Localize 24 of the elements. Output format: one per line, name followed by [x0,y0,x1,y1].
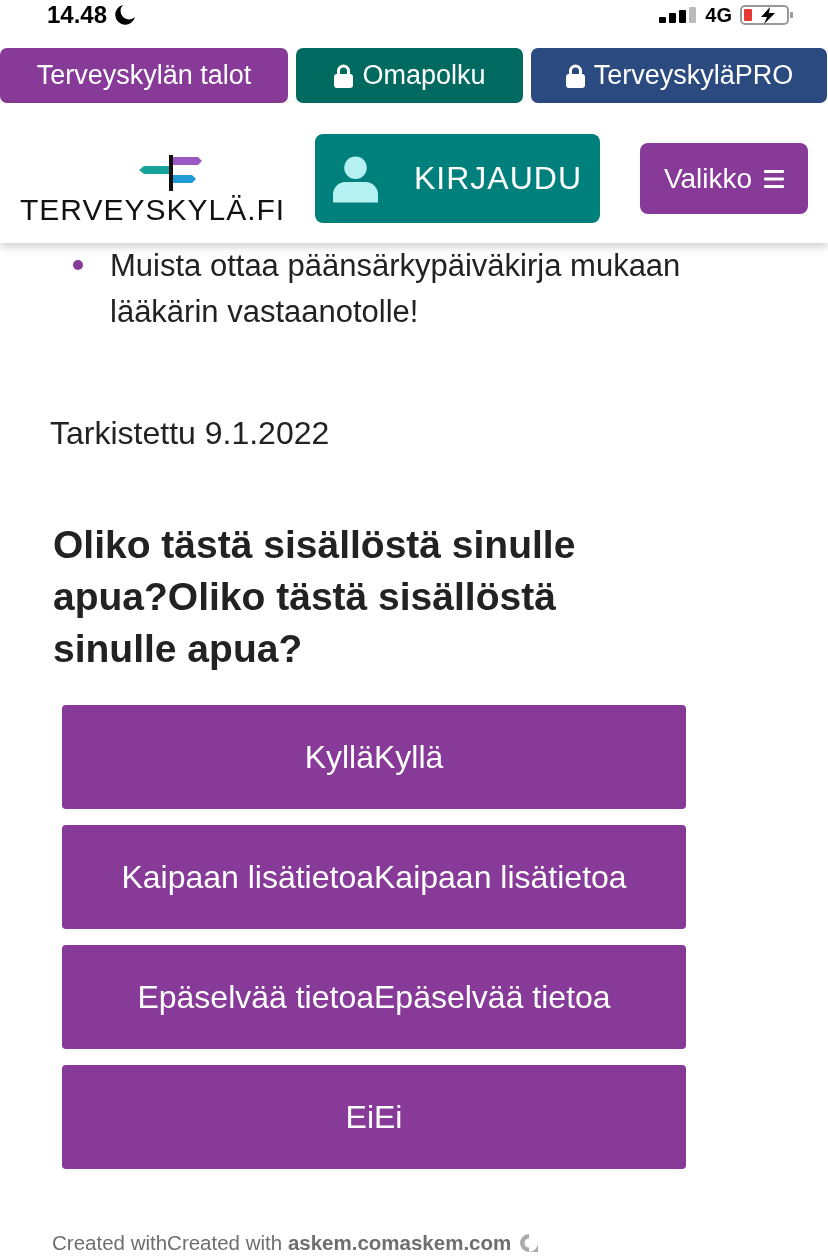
answer-button[interactable]: Epäselvää tietoaEpäselvää tietoa [62,945,686,1049]
list-item-text: Muista ottaa päänsärkypäiväkirja mukaan lääkärin vastaanotolle! [110,247,682,331]
signal-icon [659,7,698,23]
signpost-icon [138,155,204,191]
answer-button[interactable]: KylläKyllä [62,705,686,809]
answer-button[interactable]: EiEi [62,1065,686,1169]
logo-text[interactable]: TERVEYSKYLÄ.FI [20,191,286,229]
site-link[interactable]: Terveyskylän talot [0,48,288,103]
user-icon [333,154,378,203]
reviewed-date: Tarkistettu 9.1.2022 [50,414,330,453]
footer-credit: Created withCreated with askem.comaskem.com [52,1232,512,1254]
feedback-question: Oliko tästä sisällöstä sinulle apua?Oliko tästä sisällöstä sinulle apua? [53,522,577,672]
answer-button[interactable]: Kaipaan lisätietoaKaipaan lisätietoa [62,825,686,929]
login-button[interactable]: KIRJAUDU [315,134,600,223]
battery-icon [740,5,794,25]
status-time: 14.48 [47,1,108,29]
site-link[interactable]: TerveyskyläPRO [531,48,827,103]
menu-icon [764,169,785,188]
network-label: 4G [705,3,732,27]
site-link[interactable]: Omapolku [296,48,523,103]
bullet-icon [73,260,83,270]
menu-button[interactable]: Valikko [640,143,808,214]
speech-bubble-icon [519,1233,540,1253]
moon-icon [115,5,136,25]
